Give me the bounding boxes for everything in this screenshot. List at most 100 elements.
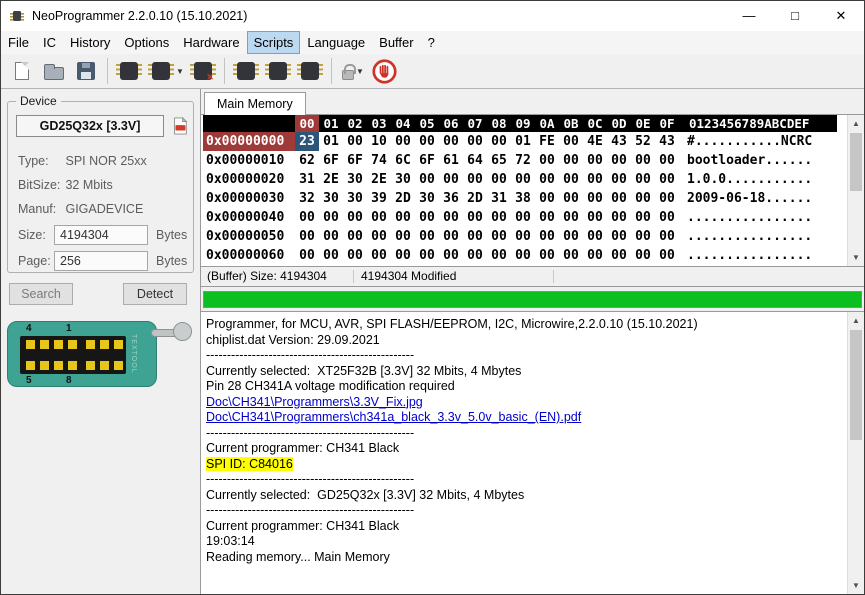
hex-byte-cell[interactable]: 6F: [319, 151, 343, 170]
hex-byte-cell[interactable]: 00: [607, 208, 631, 227]
hex-byte-cell[interactable]: 00: [367, 246, 391, 265]
hex-byte-cell[interactable]: 00: [343, 227, 367, 246]
hex-byte-cell[interactable]: 00: [487, 170, 511, 189]
hex-byte-cell[interactable]: 00: [295, 246, 319, 265]
hex-byte-cell[interactable]: 30: [319, 189, 343, 208]
hex-byte-cell[interactable]: 38: [511, 189, 535, 208]
hex-byte-cell[interactable]: 36: [439, 189, 463, 208]
hex-byte-cell[interactable]: 6F: [343, 151, 367, 170]
hex-byte-cell[interactable]: 00: [631, 189, 655, 208]
hex-byte-cell[interactable]: 2D: [391, 189, 415, 208]
hex-byte-cell[interactable]: 00: [535, 170, 559, 189]
hex-byte-cell[interactable]: 00: [343, 208, 367, 227]
hex-byte-cell[interactable]: 61: [439, 151, 463, 170]
size-input[interactable]: [54, 225, 148, 245]
hex-byte-cell[interactable]: 00: [535, 151, 559, 170]
hex-byte-cell[interactable]: 72: [511, 151, 535, 170]
hex-byte-cell[interactable]: 00: [343, 246, 367, 265]
hex-byte-cell[interactable]: 31: [295, 170, 319, 189]
hex-byte-cell[interactable]: 00: [583, 151, 607, 170]
hex-byte-cell[interactable]: 00: [487, 132, 511, 151]
read-chip-menu-button[interactable]: ▼: [145, 56, 187, 86]
hex-byte-cell[interactable]: 00: [463, 208, 487, 227]
hex-byte-cell[interactable]: 00: [439, 246, 463, 265]
hex-ascii-cell[interactable]: #...........NCRC: [687, 132, 837, 151]
hex-byte-cell[interactable]: 43: [607, 132, 631, 151]
detect-button[interactable]: Detect: [123, 283, 187, 305]
hex-byte-cell[interactable]: 00: [607, 246, 631, 265]
hex-byte-cell[interactable]: 00: [583, 208, 607, 227]
read-chip-button[interactable]: [113, 56, 145, 86]
close-button[interactable]: ✕: [818, 1, 864, 31]
menu-history[interactable]: History: [63, 31, 117, 54]
hex-byte-cell[interactable]: 00: [535, 227, 559, 246]
hex-byte-cell[interactable]: 00: [607, 189, 631, 208]
hex-byte-cell[interactable]: 00: [319, 208, 343, 227]
hex-byte-cell[interactable]: 00: [607, 151, 631, 170]
hex-byte-cell[interactable]: 00: [607, 170, 631, 189]
erase-chip-button[interactable]: ✕: [187, 56, 219, 86]
hex-byte-cell[interactable]: 00: [631, 227, 655, 246]
hex-byte-cell[interactable]: 62: [295, 151, 319, 170]
hex-byte-cell[interactable]: 00: [391, 227, 415, 246]
hex-byte-cell[interactable]: 2E: [367, 170, 391, 189]
hex-byte-cell[interactable]: 6C: [391, 151, 415, 170]
scroll-up-icon[interactable]: ▲: [848, 115, 864, 132]
scrollbar-thumb[interactable]: [850, 330, 862, 440]
hex-byte-cell[interactable]: 00: [559, 151, 583, 170]
hex-byte-cell[interactable]: 00: [319, 227, 343, 246]
hex-byte-cell[interactable]: 00: [463, 246, 487, 265]
hex-byte-cell[interactable]: 30: [415, 189, 439, 208]
hex-byte-cell[interactable]: 00: [415, 208, 439, 227]
menu-scripts[interactable]: Scripts: [246, 31, 301, 54]
save-file-button[interactable]: [70, 56, 102, 86]
hex-byte-cell[interactable]: 00: [559, 132, 583, 151]
hex-byte-cell[interactable]: 00: [535, 189, 559, 208]
hex-byte-cell[interactable]: 00: [487, 246, 511, 265]
new-file-button[interactable]: [6, 56, 38, 86]
hex-byte-cell[interactable]: 00: [631, 151, 655, 170]
hex-byte-cell[interactable]: 00: [295, 208, 319, 227]
hex-byte-cell[interactable]: 52: [631, 132, 655, 151]
menu-options[interactable]: Options: [117, 31, 176, 54]
hex-byte-cell[interactable]: 4E: [583, 132, 607, 151]
hex-byte-cell[interactable]: 00: [583, 189, 607, 208]
hex-byte-cell[interactable]: 00: [487, 208, 511, 227]
hex-byte-cell[interactable]: 43: [655, 132, 679, 151]
log-link[interactable]: Doc\CH341\Programmers\ch341a_black_3.3v_…: [206, 410, 581, 424]
search-button[interactable]: Search: [9, 283, 73, 305]
hex-ascii-cell[interactable]: bootloader......: [687, 151, 837, 170]
hex-byte-cell[interactable]: 00: [367, 227, 391, 246]
hex-ascii-cell[interactable]: ................: [687, 227, 837, 246]
hex-byte-cell[interactable]: 00: [439, 170, 463, 189]
verify-chip-button[interactable]: [262, 56, 294, 86]
hex-byte-cell[interactable]: 30: [391, 170, 415, 189]
hex-byte-cell[interactable]: 00: [583, 227, 607, 246]
menu-language[interactable]: Language: [300, 31, 372, 54]
menu-help[interactable]: ?: [421, 31, 442, 54]
hex-byte-cell[interactable]: 01: [319, 132, 343, 151]
hex-ascii-cell[interactable]: ................: [687, 208, 837, 227]
hex-byte-cell[interactable]: 00: [559, 189, 583, 208]
pdf-datasheet-button[interactable]: [169, 115, 191, 137]
hex-byte-cell[interactable]: 00: [535, 208, 559, 227]
hex-byte-cell[interactable]: 00: [463, 227, 487, 246]
scrollbar-thumb[interactable]: [850, 133, 862, 191]
hex-byte-cell[interactable]: 00: [439, 227, 463, 246]
menu-buffer[interactable]: Buffer: [372, 31, 420, 54]
hex-byte-cell[interactable]: 10: [367, 132, 391, 151]
hex-byte-cell[interactable]: 00: [439, 208, 463, 227]
hex-byte-cell[interactable]: 00: [559, 170, 583, 189]
hex-byte-cell[interactable]: 2D: [463, 189, 487, 208]
hex-byte-cell[interactable]: 00: [583, 170, 607, 189]
hex-byte-cell[interactable]: 00: [655, 246, 679, 265]
hex-byte-cell[interactable]: 00: [319, 246, 343, 265]
hex-byte-cell[interactable]: 65: [487, 151, 511, 170]
maximize-button[interactable]: □: [772, 1, 818, 31]
hex-ascii-cell[interactable]: ................: [687, 246, 837, 265]
device-select[interactable]: GD25Q32x [3.3V]: [16, 115, 164, 137]
hex-byte-cell[interactable]: 00: [391, 132, 415, 151]
hex-byte-cell[interactable]: 00: [463, 132, 487, 151]
hex-byte-cell[interactable]: 00: [631, 208, 655, 227]
hex-byte-cell[interactable]: 00: [583, 246, 607, 265]
